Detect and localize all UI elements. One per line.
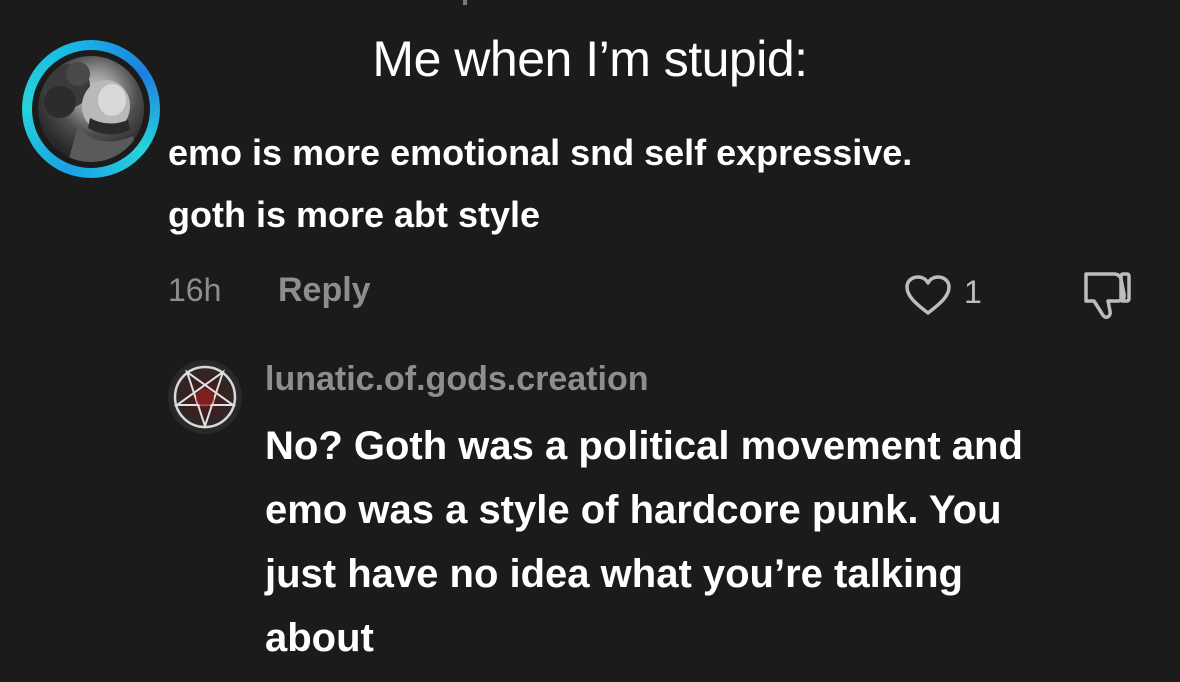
pentagram-icon: [173, 365, 237, 430]
comment-line-1: emo is more emotional snd self expressiv…: [168, 132, 913, 173]
replier-avatar[interactable]: [168, 360, 242, 434]
thumbs-down-icon[interactable]: [1078, 268, 1134, 322]
reply-body: No? Goth was a political movement and em…: [265, 414, 1165, 670]
avatar-ring-gap: [32, 50, 150, 168]
avatar-photo-art: [44, 62, 138, 162]
comment-line-2: goth is more abt style: [168, 194, 541, 235]
commenter-avatar[interactable]: [22, 40, 160, 178]
top-divider-tick: [463, 0, 467, 5]
reply-username[interactable]: lunatic.of.gods.creation: [265, 360, 648, 399]
heart-icon[interactable]: [903, 273, 953, 317]
reply-line-4: about: [265, 616, 374, 660]
reply-button[interactable]: Reply: [278, 271, 371, 310]
like-count: 1: [964, 274, 982, 310]
avatar-photo: [38, 56, 144, 162]
comment-body: emo is more emotional snd self expressiv…: [168, 122, 1158, 246]
reply-line-2: emo was a style of hardcore punk. You: [265, 488, 1002, 532]
reply-line-3: just have no idea what you’re talking: [265, 552, 963, 596]
reply-line-1: No? Goth was a political movement and: [265, 424, 1023, 468]
comment-timestamp: 16h: [168, 272, 222, 308]
meme-caption: Me when I’m stupid:: [372, 31, 808, 87]
